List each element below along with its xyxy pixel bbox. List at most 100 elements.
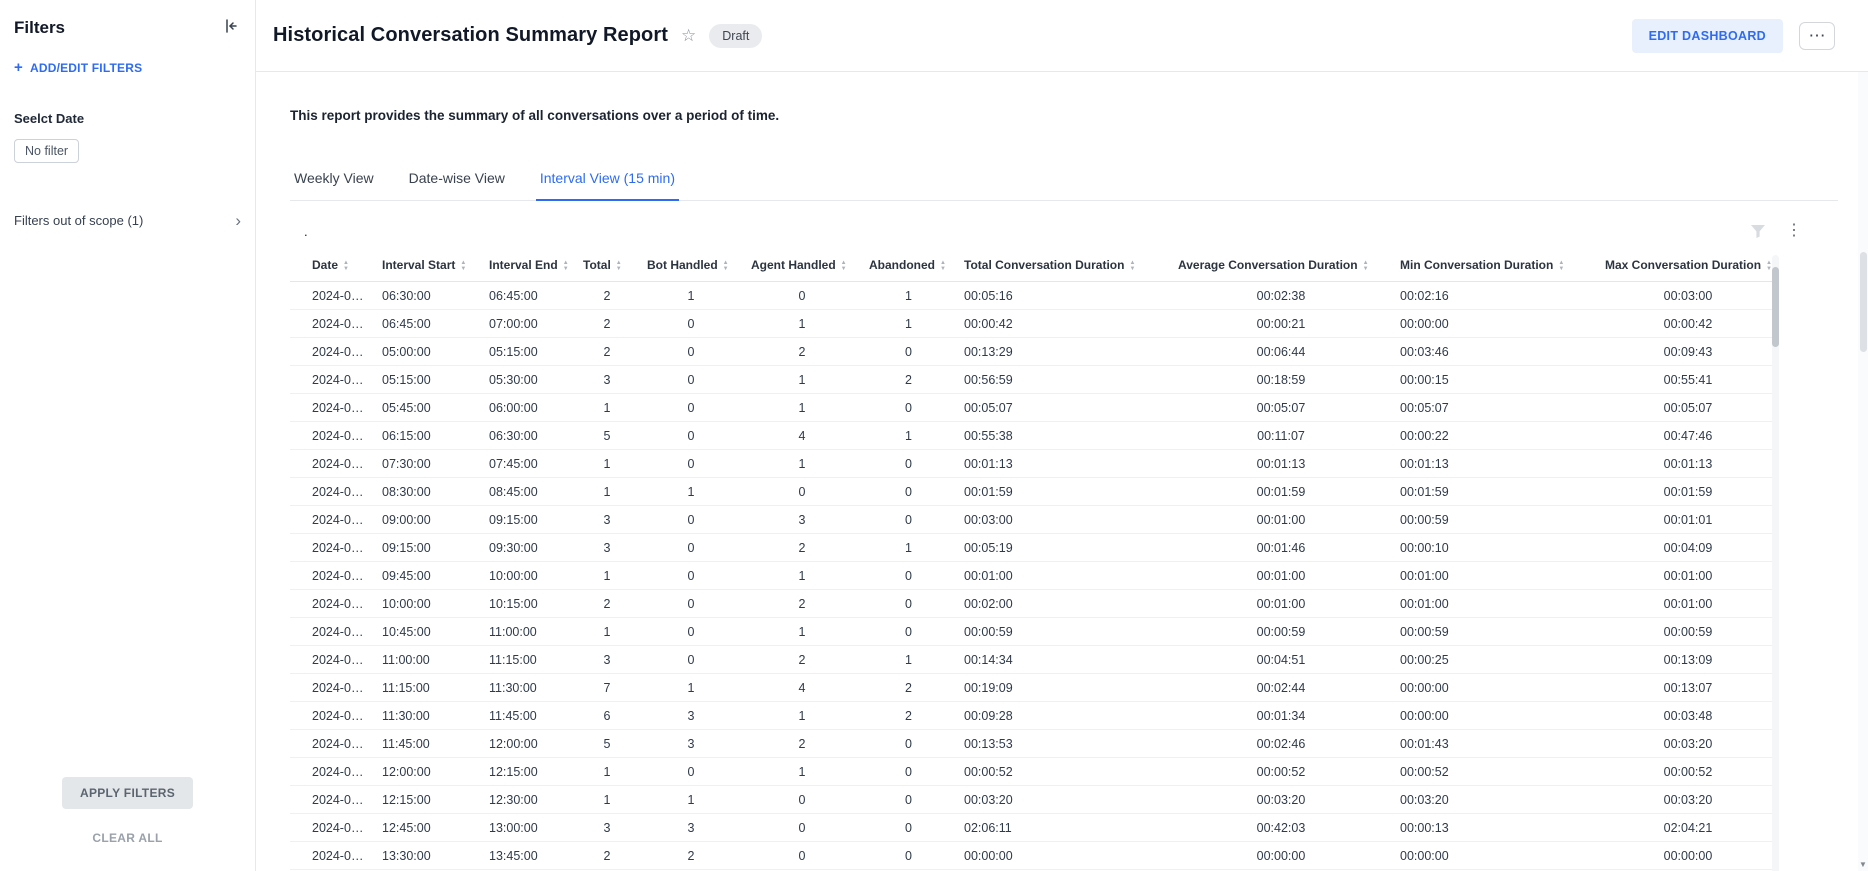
table-cell: 13:45:00 — [481, 842, 575, 870]
table-cell: 00:03:48 — [1597, 702, 1779, 730]
table-cell: 1 — [743, 450, 861, 478]
table-cell: 00:00:59 — [1170, 618, 1392, 646]
column-label: Interval End — [489, 258, 558, 272]
table-scrollbar-thumb[interactable] — [1772, 267, 1779, 347]
kebab-menu-icon[interactable]: ⋮ — [1786, 223, 1802, 239]
table-cell: 2024-01-23 — [290, 366, 374, 394]
table-cell: 11:00:00 — [481, 618, 575, 646]
filter-icon[interactable] — [1750, 224, 1766, 239]
table-cell: 00:00:13 — [1392, 814, 1597, 842]
table-cell: 3 — [575, 814, 639, 842]
page-scrollbar[interactable]: ▼ — [1858, 72, 1868, 871]
page-scrollbar-thumb[interactable] — [1860, 252, 1867, 352]
table-cell: 3 — [575, 646, 639, 674]
table-cell: 00:00:00 — [1392, 674, 1597, 702]
table-cell: 2 — [743, 534, 861, 562]
table-cell: 0 — [861, 562, 956, 590]
table-cell: 5 — [575, 730, 639, 758]
table-cell: 0 — [861, 814, 956, 842]
table-cell: 05:15:00 — [374, 366, 481, 394]
sort-icon — [1363, 260, 1369, 272]
table-cell: 2024-01-23 — [290, 702, 374, 730]
column-header-agent-handled[interactable]: Agent Handled — [743, 249, 861, 282]
table-cell: 2 — [743, 730, 861, 758]
table-cell: 00:05:07 — [1170, 394, 1392, 422]
table-cell: 00:01:59 — [1597, 478, 1779, 506]
more-options-button[interactable]: ⋯ — [1799, 22, 1835, 50]
table-cell: 00:01:46 — [1170, 534, 1392, 562]
table-cell: 1 — [639, 674, 743, 702]
table-cell: 00:03:20 — [956, 786, 1170, 814]
column-header-max-conversation-duration[interactable]: Max Conversation Duration — [1597, 249, 1779, 282]
table-cell: 08:30:00 — [374, 478, 481, 506]
table-cell: 0 — [639, 646, 743, 674]
table-cell: 00:01:00 — [1597, 562, 1779, 590]
column-header-average-conversation-duration[interactable]: Average Conversation Duration — [1170, 249, 1392, 282]
table-row: 2024-01-2308:30:0008:45:00110000:01:5900… — [290, 478, 1779, 506]
table-cell: 1 — [861, 534, 956, 562]
table-cell: 00:00:00 — [1392, 702, 1597, 730]
page-title: Historical Conversation Summary Report — [273, 24, 668, 47]
sort-icon — [1558, 260, 1564, 272]
table-cell: 00:06:44 — [1170, 338, 1392, 366]
table-cell: 3 — [575, 506, 639, 534]
edit-dashboard-button[interactable]: EDIT DASHBOARD — [1632, 19, 1783, 53]
table-cell: 00:03:20 — [1597, 730, 1779, 758]
column-header-total[interactable]: Total — [575, 249, 639, 282]
table-cell: 00:13:09 — [1597, 646, 1779, 674]
table-cell: 11:15:00 — [481, 646, 575, 674]
tab-date-wise-view[interactable]: Date-wise View — [405, 157, 509, 200]
table-cell: 0 — [639, 534, 743, 562]
table-cell: 00:00:52 — [956, 758, 1170, 786]
filters-sidebar: Filters + ADD/EDIT FILTERS Seelct Date N… — [0, 0, 256, 871]
table-cell: 12:30:00 — [481, 786, 575, 814]
plus-icon: + — [14, 63, 23, 73]
column-header-interval-end[interactable]: Interval End — [481, 249, 575, 282]
table-cell: 09:15:00 — [481, 506, 575, 534]
table-cell: 00:03:46 — [1392, 338, 1597, 366]
table-row: 2024-01-2312:45:0013:00:00330002:06:1100… — [290, 814, 1779, 842]
table-cell: 00:03:20 — [1170, 786, 1392, 814]
column-header-abandoned[interactable]: Abandoned — [861, 249, 956, 282]
table-cell: 00:55:41 — [1597, 366, 1779, 394]
column-header-date[interactable]: Date — [290, 249, 374, 282]
table-row: 2024-01-2313:30:0013:45:00220000:00:0000… — [290, 842, 1779, 870]
table-cell: 00:04:09 — [1597, 534, 1779, 562]
table-scrollbar[interactable] — [1772, 255, 1779, 871]
tab-interval-view[interactable]: Interval View (15 min) — [536, 157, 679, 201]
table-cell: 0 — [639, 394, 743, 422]
table-cell: 00:01:13 — [1170, 450, 1392, 478]
add-edit-filters-button[interactable]: + ADD/EDIT FILTERS — [14, 61, 142, 75]
table-cell: 00:01:43 — [1392, 730, 1597, 758]
sort-icon — [723, 260, 729, 272]
table-row: 2024-01-2305:45:0006:00:00101000:05:0700… — [290, 394, 1779, 422]
table-cell: 1 — [861, 282, 956, 310]
table-cell: 02:06:11 — [956, 814, 1170, 842]
table-cell: 3 — [575, 534, 639, 562]
table-cell: 05:00:00 — [374, 338, 481, 366]
column-header-interval-start[interactable]: Interval Start — [374, 249, 481, 282]
sort-icon — [460, 260, 466, 272]
column-header-bot-handled[interactable]: Bot Handled — [639, 249, 743, 282]
collapse-sidebar-button[interactable] — [221, 16, 241, 39]
column-label: Date — [312, 258, 338, 272]
status-badge: Draft — [709, 24, 762, 48]
collapse-sidebar-icon — [223, 18, 239, 37]
table-cell: 1 — [743, 618, 861, 646]
column-header-min-conversation-duration[interactable]: Min Conversation Duration — [1392, 249, 1597, 282]
apply-filters-button[interactable]: APPLY FILTERS — [62, 777, 193, 809]
table-cell: 2024-01-23 — [290, 450, 374, 478]
date-filter-chip[interactable]: No filter — [14, 139, 79, 163]
tab-weekly-view[interactable]: Weekly View — [290, 157, 378, 200]
table-cell: 1 — [575, 562, 639, 590]
favorite-star-icon[interactable]: ☆ — [679, 27, 698, 44]
table-cell: 00:00:22 — [1392, 422, 1597, 450]
table-cell: 13:00:00 — [481, 814, 575, 842]
column-header-total-conversation-duration[interactable]: Total Conversation Duration — [956, 249, 1170, 282]
table-cell: 10:15:00 — [481, 590, 575, 618]
table-cell: 00:00:59 — [1392, 618, 1597, 646]
table-cell: 00:02:16 — [1392, 282, 1597, 310]
table-cell: 00:01:00 — [1597, 590, 1779, 618]
filters-out-of-scope-toggle[interactable]: Filters out of scope (1) › — [14, 213, 241, 228]
clear-all-button[interactable]: CLEAR ALL — [92, 831, 162, 845]
